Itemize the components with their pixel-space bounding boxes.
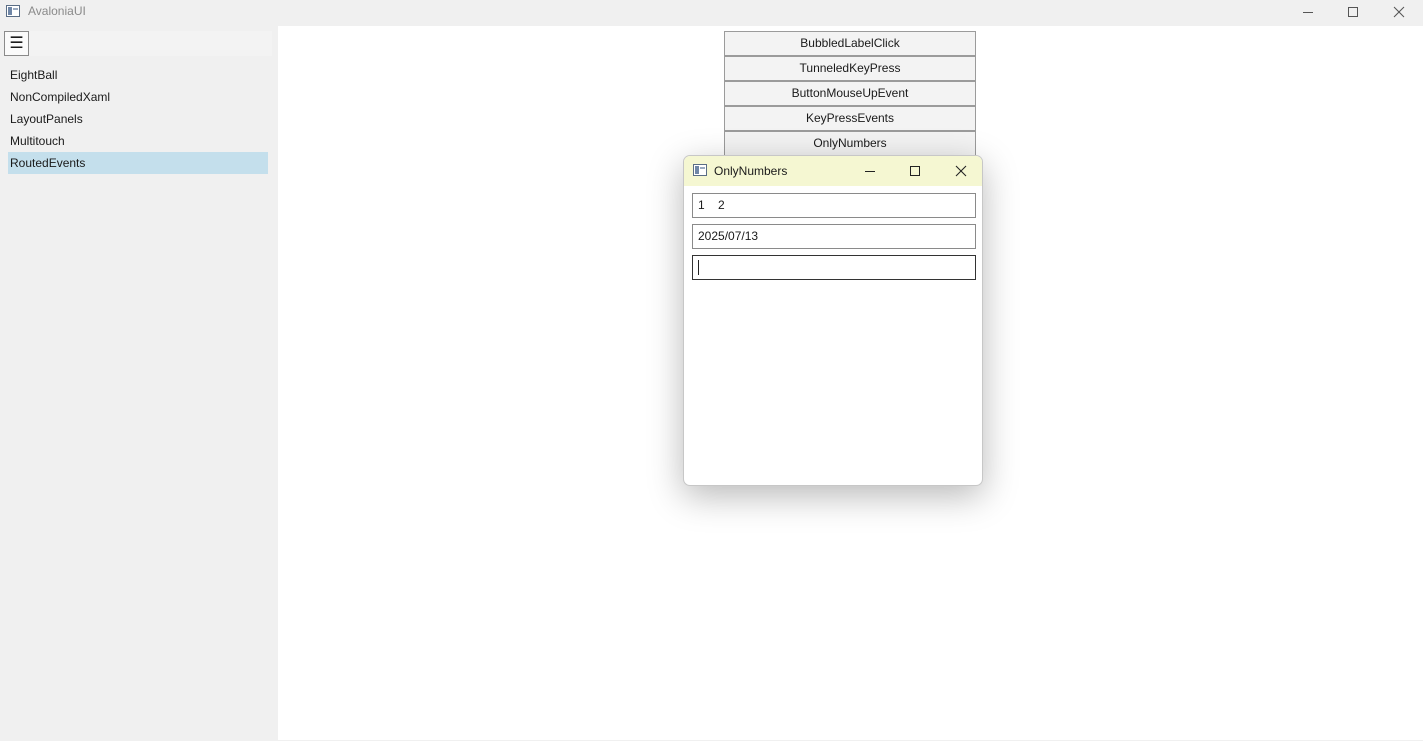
main-title-bar: AvaloniaUI bbox=[0, 0, 1423, 24]
minimize-button[interactable] bbox=[1285, 0, 1331, 24]
navigation-pane: ☰ EightBall NonCompiledXaml LayoutPanels… bbox=[0, 24, 278, 741]
only-numbers-dialog: OnlyNumbers 1 2 2025/07/13 bbox=[683, 155, 983, 486]
close-icon bbox=[955, 165, 967, 177]
only-numbers-button[interactable]: OnlyNumbers bbox=[724, 131, 976, 156]
nav-item-layoutpanels[interactable]: LayoutPanels bbox=[8, 108, 268, 130]
window-title: AvaloniaUI bbox=[28, 4, 86, 18]
maximize-icon bbox=[910, 166, 920, 176]
button-mouse-up-event-button[interactable]: ButtonMouseUpEvent bbox=[724, 81, 976, 106]
dialog-title: OnlyNumbers bbox=[714, 164, 788, 178]
dialog-close-button[interactable] bbox=[941, 156, 981, 186]
close-button[interactable] bbox=[1376, 0, 1422, 24]
minimize-icon bbox=[1303, 12, 1313, 13]
maximize-button[interactable] bbox=[1330, 0, 1376, 24]
maximize-icon bbox=[1348, 7, 1358, 17]
dialog-window-icon bbox=[693, 164, 707, 176]
numbers-text-field[interactable]: 1 2 bbox=[692, 193, 976, 218]
dialog-minimize-button[interactable] bbox=[850, 156, 890, 186]
dialog-title-bar[interactable]: OnlyNumbers bbox=[684, 156, 982, 186]
key-press-events-button[interactable]: KeyPressEvents bbox=[724, 106, 976, 131]
nav-list: EightBall NonCompiledXaml LayoutPanels M… bbox=[8, 64, 268, 174]
nav-item-eightball[interactable]: EightBall bbox=[8, 64, 268, 86]
minimize-icon bbox=[865, 171, 875, 172]
pane-header bbox=[29, 31, 272, 56]
nav-item-multitouch[interactable]: Multitouch bbox=[8, 130, 268, 152]
text-caret bbox=[698, 260, 699, 275]
tunneled-key-press-button[interactable]: TunneledKeyPress bbox=[724, 56, 976, 81]
dialog-maximize-button[interactable] bbox=[895, 156, 935, 186]
close-icon bbox=[1393, 6, 1405, 18]
bubbled-label-click-button[interactable]: BubbledLabelClick bbox=[724, 31, 976, 56]
hamburger-icon: ☰ bbox=[9, 34, 24, 52]
nav-item-noncompiledxaml[interactable]: NonCompiledXaml bbox=[8, 86, 268, 108]
hamburger-menu-button[interactable]: ☰ bbox=[4, 31, 29, 56]
empty-text-field[interactable] bbox=[692, 255, 976, 280]
app-window-icon bbox=[6, 5, 20, 17]
date-text-field[interactable]: 2025/07/13 bbox=[692, 224, 976, 249]
nav-item-routedevents[interactable]: RoutedEvents bbox=[8, 152, 268, 174]
